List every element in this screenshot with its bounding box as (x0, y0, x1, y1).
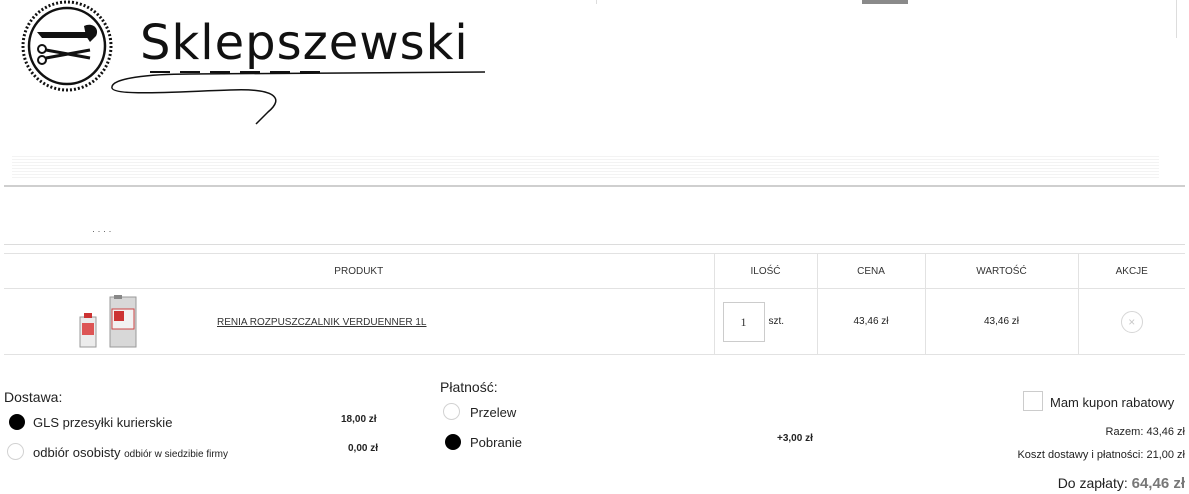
subtotal-value: 43,46 zł (1146, 426, 1185, 438)
remove-item-button[interactable]: × (1120, 310, 1143, 333)
payment-option-transfer-label[interactable]: Przelew (470, 405, 516, 420)
delivery-option-pickup-price: 0,00 zł (348, 443, 379, 454)
shipping-label: Koszt dostawy i płatności: (1017, 449, 1144, 461)
brand-name: Sklepszewski (140, 15, 469, 71)
header-divider (4, 185, 1185, 187)
top-divider-right (1176, 0, 1177, 38)
column-header-qty: ILOŚĆ (713, 253, 817, 289)
delivery-radio-gls[interactable] (9, 414, 25, 430)
table-row: RENIA ROZPUSZCZALNIK VERDUENNER 1L 1 szt… (4, 288, 1185, 355)
close-icon: × (1128, 314, 1136, 329)
price-cell: 43,46 zł (816, 288, 925, 355)
product-link[interactable]: RENIA ROZPUSZCZALNIK VERDUENNER 1L (217, 317, 427, 328)
payment-radio-cod[interactable] (445, 434, 461, 450)
delivery-option-pickup-label[interactable]: odbiór osobisty odbiór w siedzibie firmy (33, 445, 228, 460)
qty-cell: 1 szt. (713, 288, 817, 355)
total-row: Do zapłaty: 64,46 zł (1058, 475, 1185, 492)
actions-cell: × (1077, 288, 1185, 355)
product-cell: RENIA ROZPUSZCZALNIK VERDUENNER 1L (4, 288, 714, 355)
content-divider (4, 244, 1185, 245)
delivery-title: Dostawa: (4, 389, 63, 405)
breadcrumb: · · · · (92, 230, 112, 236)
value-cell: 43,46 zł (924, 288, 1078, 355)
product-thumbnail[interactable] (76, 295, 138, 349)
column-header-value: WARTOŚĆ (924, 253, 1078, 289)
column-header-actions: AKCJE (1077, 253, 1185, 289)
delivery-option-gls-price: 18,00 zł (341, 414, 377, 425)
coupon-checkbox[interactable] (1023, 391, 1043, 411)
column-header-product: PRODUKT (4, 253, 714, 289)
payment-radio-transfer[interactable] (443, 403, 460, 420)
delivery-option-gls-label[interactable]: GLS przesyłki kurierskie (33, 415, 172, 430)
subtotal-label: Razem: (1105, 426, 1144, 438)
delivery-option-pickup-sub: odbiór w siedzibie firmy (124, 449, 229, 460)
top-menu-tab[interactable] (862, 0, 908, 4)
total-label: Do zapłaty: (1057, 475, 1128, 491)
payment-option-cod-label[interactable]: Pobranie (470, 435, 522, 450)
quantity-input[interactable]: 1 (722, 301, 765, 342)
table-header-row: PRODUKT ILOŚĆ CENA WARTOŚĆ AKCJE (4, 253, 1185, 289)
main-navigation[interactable] (12, 156, 1159, 178)
top-divider (596, 0, 597, 4)
shipping-row: Koszt dostawy i płatności: 21,00 zł (1017, 449, 1185, 461)
delivery-option-pickup-text: odbiór osobisty (33, 445, 121, 460)
cart-table: PRODUKT ILOŚĆ CENA WARTOŚĆ AKCJE RENIA R… (4, 253, 1185, 355)
payment-option-cod-price: +3,00 zł (777, 433, 813, 444)
payment-title: Płatność: (440, 379, 498, 395)
delivery-radio-pickup[interactable] (7, 443, 24, 460)
column-header-price: CENA (816, 253, 925, 289)
total-value: 64,46 zł (1131, 475, 1185, 492)
shipping-value: 21,00 zł (1146, 449, 1185, 461)
site-logo[interactable]: Sklepszewski (20, 0, 490, 128)
subtotal-row: Razem: 43,46 zł (1106, 426, 1186, 438)
quantity-unit: szt. (768, 316, 785, 327)
coupon-label[interactable]: Mam kupon rabatowy (1050, 395, 1174, 410)
